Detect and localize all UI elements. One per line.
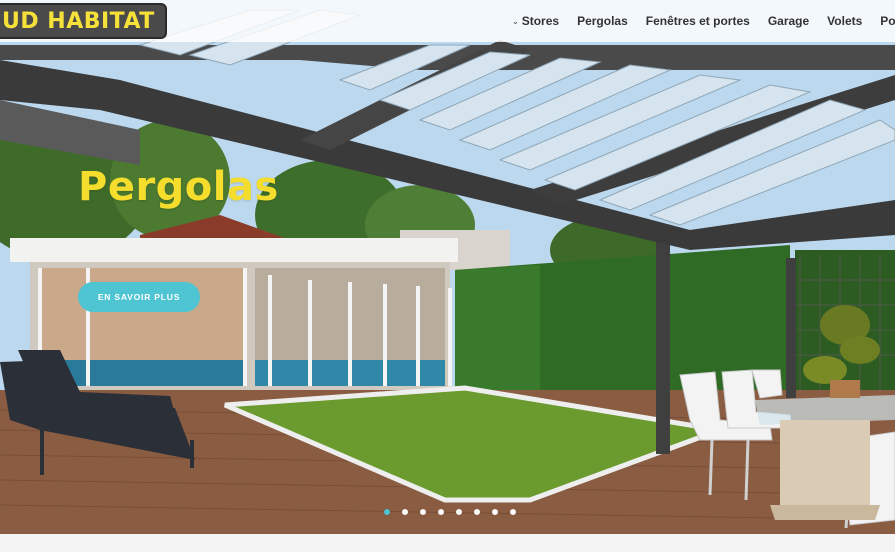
site-logo[interactable]: UD HABITAT: [0, 3, 167, 39]
hero-background-image: [0, 0, 895, 534]
slider-dot[interactable]: [438, 509, 444, 515]
nav-item-label: Garage: [767, 14, 810, 28]
nav-item-portails[interactable]: Portails: [880, 14, 895, 28]
slider-dot[interactable]: [474, 509, 480, 515]
nav-item-label: Stores: [521, 14, 560, 28]
nav-item-volets[interactable]: Volets: [827, 14, 862, 28]
nav-item-label: Pergolas: [577, 14, 628, 28]
nav-item-label: Portails: [880, 14, 895, 28]
slider-pagination: [384, 509, 528, 515]
logo-text: UD HABITAT: [2, 8, 155, 34]
slider-dot[interactable]: [420, 509, 426, 515]
site-header: UD HABITAT ⌄ Stores Pergolas Fenêtres et…: [0, 0, 895, 42]
nav-item-garage[interactable]: Garage: [768, 14, 809, 28]
nav-item-label: Fenêtres et portes: [645, 14, 750, 28]
page-bottom-strip: [0, 534, 895, 552]
en-savoir-plus-button[interactable]: EN SAVOIR PLUS: [78, 282, 200, 312]
nav-item-stores[interactable]: ⌄ Stores: [512, 14, 559, 28]
slider-dot[interactable]: [384, 509, 390, 515]
nav-item-label: Volets: [827, 14, 863, 28]
chevron-down-icon: ⌄: [512, 16, 519, 26]
slider-dot[interactable]: [510, 509, 516, 515]
slider-dot[interactable]: [492, 509, 498, 515]
nav-item-fenetres-et-portes[interactable]: Fenêtres et portes: [646, 14, 750, 28]
main-navigation: ⌄ Stores Pergolas Fenêtres et portes Gar…: [512, 0, 895, 42]
nav-item-pergolas[interactable]: Pergolas: [577, 14, 628, 28]
slider-dot[interactable]: [456, 509, 462, 515]
slider-dot[interactable]: [402, 509, 408, 515]
hero-title: Pergolas: [78, 164, 279, 210]
hero-slider: [0, 0, 895, 534]
